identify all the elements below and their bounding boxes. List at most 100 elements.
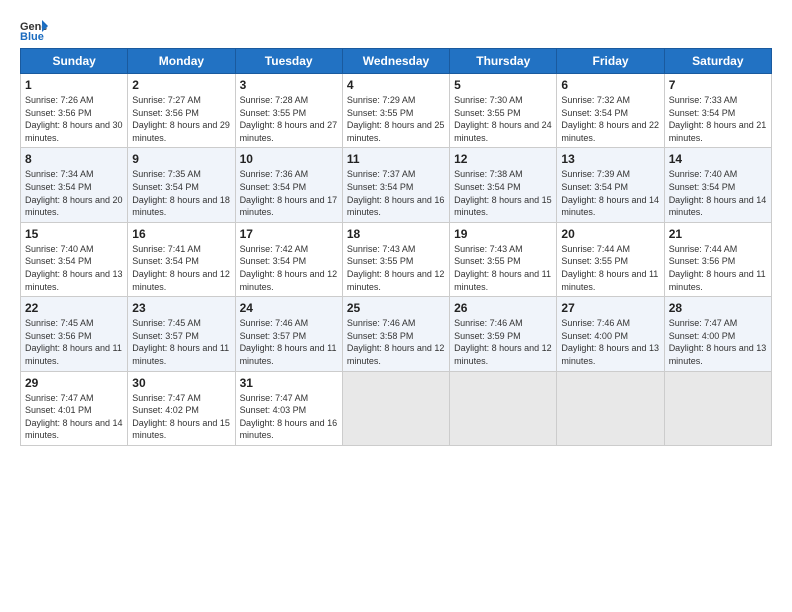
calendar-page: General Blue SundayMondayTuesdayWednesda… bbox=[0, 0, 792, 612]
cell-info: Sunrise: 7:30 AMSunset: 3:55 PMDaylight:… bbox=[454, 95, 552, 143]
calendar-cell: 10 Sunrise: 7:36 AMSunset: 3:54 PMDayligh… bbox=[235, 148, 342, 222]
calendar-cell: 8Sunrise: 7:34 AMSunset: 3:54 PMDaylight… bbox=[21, 148, 128, 222]
header: General Blue bbox=[20, 18, 772, 40]
day-number: 19 bbox=[454, 227, 552, 241]
day-number: 28 bbox=[669, 301, 767, 315]
day-number: 26 bbox=[454, 301, 552, 315]
logo-icon: General Blue bbox=[20, 18, 48, 40]
calendar-table: SundayMondayTuesdayWednesdayThursdayFrid… bbox=[20, 48, 772, 446]
days-header-row: SundayMondayTuesdayWednesdayThursdayFrid… bbox=[21, 49, 772, 74]
day-header-sunday: Sunday bbox=[21, 49, 128, 74]
calendar-cell: 2 Sunrise: 7:27 AMSunset: 3:56 PMDaylight… bbox=[128, 74, 235, 148]
calendar-cell: 3Sunrise: 7:28 AMSunset: 3:55 PMDaylight… bbox=[235, 74, 342, 148]
calendar-cell: 4 Sunrise: 7:29 AMSunset: 3:55 PMDaylight… bbox=[342, 74, 449, 148]
cell-info: Sunrise: 7:27 AMSunset: 3:56 PMDaylight:… bbox=[132, 95, 230, 143]
day-number: 10 bbox=[240, 152, 338, 166]
cell-info: Sunrise: 7:39 AMSunset: 3:54 PMDaylight:… bbox=[561, 169, 659, 217]
calendar-cell: 14Sunrise: 7:40 AMSunset: 3:54 PMDayligh… bbox=[664, 148, 771, 222]
calendar-cell bbox=[450, 371, 557, 445]
day-number: 4 bbox=[347, 78, 445, 92]
day-number: 6 bbox=[561, 78, 659, 92]
calendar-cell bbox=[557, 371, 664, 445]
calendar-cell: 15Sunrise: 7:40 AMSunset: 3:54 PMDayligh… bbox=[21, 222, 128, 296]
cell-info: Sunrise: 7:41 AMSunset: 3:54 PMDaylight:… bbox=[132, 244, 230, 292]
cell-info: Sunrise: 7:43 AMSunset: 3:55 PMDaylight:… bbox=[454, 244, 551, 292]
calendar-cell: 26 Sunrise: 7:46 AMSunset: 3:59 PMDayligh… bbox=[450, 297, 557, 371]
day-header-thursday: Thursday bbox=[450, 49, 557, 74]
cell-info: Sunrise: 7:37 AMSunset: 3:54 PMDaylight:… bbox=[347, 169, 445, 217]
day-header-tuesday: Tuesday bbox=[235, 49, 342, 74]
day-number: 8 bbox=[25, 152, 123, 166]
calendar-cell: 13 Sunrise: 7:39 AMSunset: 3:54 PMDayligh… bbox=[557, 148, 664, 222]
cell-info: Sunrise: 7:44 AMSunset: 3:55 PMDaylight:… bbox=[561, 244, 658, 292]
day-number: 21 bbox=[669, 227, 767, 241]
cell-info: Sunrise: 7:26 AMSunset: 3:56 PMDaylight:… bbox=[25, 95, 123, 143]
calendar-cell: 28 Sunrise: 7:47 AMSunset: 4:00 PMDayligh… bbox=[664, 297, 771, 371]
day-number: 22 bbox=[25, 301, 123, 315]
calendar-cell: 31 Sunrise: 7:47 AMSunset: 4:03 PMDayligh… bbox=[235, 371, 342, 445]
day-number: 24 bbox=[240, 301, 338, 315]
cell-info: Sunrise: 7:44 AMSunset: 3:56 PMDaylight:… bbox=[669, 244, 766, 292]
cell-info: Sunrise: 7:46 AMSunset: 4:00 PMDaylight:… bbox=[561, 318, 659, 366]
calendar-cell: 30 Sunrise: 7:47 AMSunset: 4:02 PMDayligh… bbox=[128, 371, 235, 445]
cell-info: Sunrise: 7:47 AMSunset: 4:02 PMDaylight:… bbox=[132, 393, 230, 441]
week-row-0: 1 Sunrise: 7:26 AMSunset: 3:56 PMDaylight… bbox=[21, 74, 772, 148]
day-number: 30 bbox=[132, 376, 230, 390]
week-row-2: 15Sunrise: 7:40 AMSunset: 3:54 PMDayligh… bbox=[21, 222, 772, 296]
day-number: 2 bbox=[132, 78, 230, 92]
calendar-cell: 24 Sunrise: 7:46 AMSunset: 3:57 PMDayligh… bbox=[235, 297, 342, 371]
calendar-cell: 22 Sunrise: 7:45 AMSunset: 3:56 PMDayligh… bbox=[21, 297, 128, 371]
calendar-cell: 5 Sunrise: 7:30 AMSunset: 3:55 PMDaylight… bbox=[450, 74, 557, 148]
calendar-cell: 27 Sunrise: 7:46 AMSunset: 4:00 PMDayligh… bbox=[557, 297, 664, 371]
cell-info: Sunrise: 7:47 AMSunset: 4:03 PMDaylight:… bbox=[240, 393, 338, 441]
day-number: 14 bbox=[669, 152, 767, 166]
cell-info: Sunrise: 7:47 AMSunset: 4:00 PMDaylight:… bbox=[669, 318, 767, 366]
cell-info: Sunrise: 7:32 AMSunset: 3:54 PMDaylight:… bbox=[561, 95, 659, 143]
day-header-wednesday: Wednesday bbox=[342, 49, 449, 74]
day-number: 5 bbox=[454, 78, 552, 92]
cell-info: Sunrise: 7:46 AMSunset: 3:59 PMDaylight:… bbox=[454, 318, 552, 366]
day-number: 29 bbox=[25, 376, 123, 390]
cell-info: Sunrise: 7:46 AMSunset: 3:58 PMDaylight:… bbox=[347, 318, 445, 366]
calendar-cell: 16Sunrise: 7:41 AMSunset: 3:54 PMDayligh… bbox=[128, 222, 235, 296]
cell-info: Sunrise: 7:33 AMSunset: 3:54 PMDaylight:… bbox=[669, 95, 767, 143]
calendar-cell: 19 Sunrise: 7:43 AMSunset: 3:55 PMDayligh… bbox=[450, 222, 557, 296]
calendar-cell: 21 Sunrise: 7:44 AMSunset: 3:56 PMDayligh… bbox=[664, 222, 771, 296]
calendar-cell: 18Sunrise: 7:43 AMSunset: 3:55 PMDayligh… bbox=[342, 222, 449, 296]
calendar-cell bbox=[342, 371, 449, 445]
calendar-cell: 17Sunrise: 7:42 AMSunset: 3:54 PMDayligh… bbox=[235, 222, 342, 296]
day-header-monday: Monday bbox=[128, 49, 235, 74]
week-row-3: 22 Sunrise: 7:45 AMSunset: 3:56 PMDayligh… bbox=[21, 297, 772, 371]
calendar-cell: 6 Sunrise: 7:32 AMSunset: 3:54 PMDaylight… bbox=[557, 74, 664, 148]
cell-info: Sunrise: 7:29 AMSunset: 3:55 PMDaylight:… bbox=[347, 95, 445, 143]
calendar-cell: 11 Sunrise: 7:37 AMSunset: 3:54 PMDayligh… bbox=[342, 148, 449, 222]
day-number: 13 bbox=[561, 152, 659, 166]
week-row-4: 29 Sunrise: 7:47 AMSunset: 4:01 PMDayligh… bbox=[21, 371, 772, 445]
calendar-cell: 23 Sunrise: 7:45 AMSunset: 3:57 PMDayligh… bbox=[128, 297, 235, 371]
calendar-cell: 1 Sunrise: 7:26 AMSunset: 3:56 PMDaylight… bbox=[21, 74, 128, 148]
day-number: 31 bbox=[240, 376, 338, 390]
cell-info: Sunrise: 7:46 AMSunset: 3:57 PMDaylight:… bbox=[240, 318, 337, 366]
calendar-cell: 29 Sunrise: 7:47 AMSunset: 4:01 PMDayligh… bbox=[21, 371, 128, 445]
svg-text:Blue: Blue bbox=[20, 31, 44, 40]
day-number: 9 bbox=[132, 152, 230, 166]
day-number: 1 bbox=[25, 78, 123, 92]
day-number: 12 bbox=[454, 152, 552, 166]
cell-info: Sunrise: 7:45 AMSunset: 3:56 PMDaylight:… bbox=[25, 318, 122, 366]
cell-info: Sunrise: 7:35 AMSunset: 3:54 PMDaylight:… bbox=[132, 169, 230, 217]
day-header-friday: Friday bbox=[557, 49, 664, 74]
cell-info: Sunrise: 7:36 AMSunset: 3:54 PMDaylight:… bbox=[240, 169, 338, 217]
day-number: 27 bbox=[561, 301, 659, 315]
day-number: 23 bbox=[132, 301, 230, 315]
cell-info: Sunrise: 7:47 AMSunset: 4:01 PMDaylight:… bbox=[25, 393, 123, 441]
day-number: 11 bbox=[347, 152, 445, 166]
cell-info: Sunrise: 7:45 AMSunset: 3:57 PMDaylight:… bbox=[132, 318, 229, 366]
cell-info: Sunrise: 7:28 AMSunset: 3:55 PMDaylight:… bbox=[240, 95, 338, 143]
day-number: 20 bbox=[561, 227, 659, 241]
calendar-cell: 12Sunrise: 7:38 AMSunset: 3:54 PMDayligh… bbox=[450, 148, 557, 222]
day-header-saturday: Saturday bbox=[664, 49, 771, 74]
cell-info: Sunrise: 7:40 AMSunset: 3:54 PMDaylight:… bbox=[25, 244, 123, 292]
day-number: 18 bbox=[347, 227, 445, 241]
calendar-cell: 25Sunrise: 7:46 AMSunset: 3:58 PMDayligh… bbox=[342, 297, 449, 371]
logo: General Blue bbox=[20, 18, 54, 40]
